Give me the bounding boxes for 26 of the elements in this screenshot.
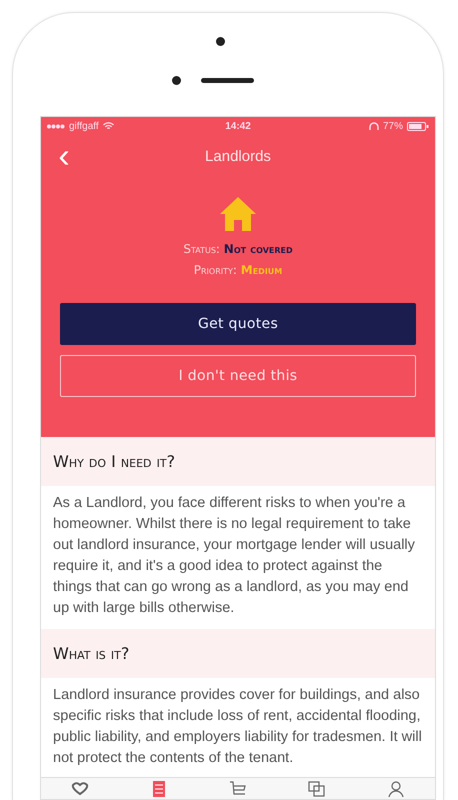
status-value: Not covered: [224, 242, 293, 256]
battery-percent: 77%: [383, 120, 404, 132]
section-heading: Why do I need it?: [41, 437, 435, 486]
person-tab-icon[interactable]: [386, 781, 405, 798]
wifi-icon: [102, 122, 114, 130]
section-heading: What is it?: [41, 629, 435, 678]
priority-value: Medium: [240, 263, 282, 277]
status-label: Status:: [183, 242, 220, 256]
back-button[interactable]: ‹: [49, 141, 79, 171]
dismiss-button[interactable]: I don't need this: [60, 355, 416, 397]
page-title: Landlords: [204, 148, 272, 164]
sensor-icon: [172, 76, 181, 85]
signal-icon: [47, 124, 65, 128]
clock-time: 14:42: [225, 120, 251, 132]
camera-icon: [216, 37, 225, 46]
carrier-name: giffgaff: [69, 120, 99, 132]
copy-tab-icon[interactable]: [308, 781, 326, 798]
speaker-icon: [201, 78, 254, 83]
section-body: Landlord insurance provides cover for buildings, and also specific risks that include loss of rent, accidental flooding, public liability, and employers liability for tradesmen. It will not protect the contents of the tenant.: [52, 686, 423, 768]
section-body: As a Landlord, you face different risks to when you're a homeowner. Whilst there is no legal requirement to take out landlord insurance, your mortgage lender will usually require it, and it's a good idea to protect against the things that can go wrong as a landlord, as you may end up with large bills otherwise.: [52, 494, 416, 618]
battery-icon: [407, 122, 430, 130]
house-icon: [220, 197, 256, 231]
priority-label: Priority:: [194, 263, 237, 277]
get-quotes-button[interactable]: Get quotes: [60, 303, 416, 345]
headphones-icon: [369, 122, 379, 130]
heart-tab-icon[interactable]: [71, 781, 90, 798]
